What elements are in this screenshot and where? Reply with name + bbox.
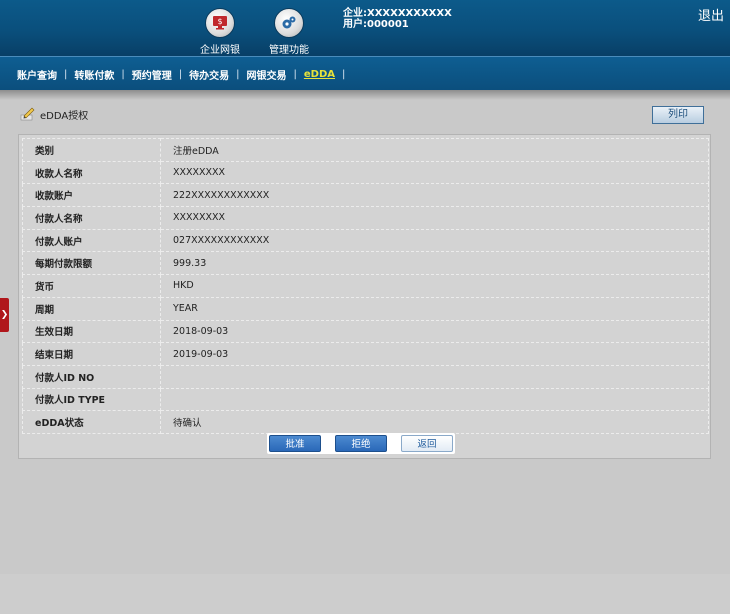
field-label: eDDA状态 <box>22 410 161 434</box>
menu-item-transfer[interactable]: 转账付款 | <box>67 67 124 82</box>
field-value: XXXXXXXX <box>160 206 709 230</box>
table-row: 收款人名称 XXXXXXXX <box>22 160 709 185</box>
field-label: 每期付款限额 <box>22 251 161 276</box>
table-row: 类别 注册eDDA <box>22 138 709 162</box>
action-buttons: 批准 拒绝 返回 <box>267 433 455 454</box>
menu-item-scheduled[interactable]: 预约管理 | <box>125 67 182 82</box>
reject-button[interactable]: 拒绝 <box>335 435 387 452</box>
nav-corporate-banking[interactable]: $ 企业网银 <box>185 8 255 56</box>
pencil-icon <box>20 106 36 122</box>
field-value: 待确认 <box>160 410 709 434</box>
field-value <box>160 387 709 412</box>
menu-label[interactable]: 转账付款 <box>67 67 121 82</box>
table-row: 付款人账户 027XXXXXXXXXXXX <box>22 228 709 253</box>
user-info: 企业:XXXXXXXXXXX 用户:000001 <box>343 8 452 30</box>
approve-button[interactable]: 批准 <box>269 435 321 452</box>
menu-shadow <box>0 90 730 100</box>
nav-management[interactable]: 管理功能 <box>254 8 324 56</box>
monitor-dollar-icon: $ <box>205 8 235 38</box>
page-title-text: eDDA授权 <box>40 110 89 122</box>
field-label: 付款人名称 <box>22 206 161 230</box>
menu-label[interactable]: 网银交易 <box>240 67 294 82</box>
svg-text:$: $ <box>217 17 222 26</box>
field-label: 生效日期 <box>22 319 161 344</box>
top-header: $ 企业网银 管理功能 企业:XXXXXXXXXXX 用户:000001 退出 <box>0 0 730 56</box>
table-row: eDDA状态 待确认 <box>22 410 709 434</box>
field-label: 货币 <box>22 274 161 298</box>
menu-item-online-transactions[interactable]: 网银交易 | <box>240 67 297 82</box>
field-label: 收款人名称 <box>22 160 161 185</box>
field-label: 付款人ID TYPE <box>22 387 161 412</box>
logout-link[interactable]: 退出 <box>698 5 724 24</box>
company-line: 企业:XXXXXXXXXXX <box>343 8 452 19</box>
chevron-right-icon: ❯ <box>0 310 9 320</box>
nav-label: 企业网银 <box>200 45 240 56</box>
field-value: YEAR <box>160 296 709 321</box>
field-value: 2019-09-03 <box>160 342 709 366</box>
field-value: 027XXXXXXXXXXXX <box>160 228 709 253</box>
menu-label[interactable]: 待办交易 <box>182 67 236 82</box>
field-label: 结束日期 <box>22 342 161 366</box>
table-row: 结束日期 2019-09-03 <box>22 342 709 366</box>
table-row: 收款账户 222XXXXXXXXXXXX <box>22 183 709 208</box>
field-value: 注册eDDA <box>160 138 709 162</box>
table-row: 付款人ID NO <box>22 364 709 389</box>
side-expand-tab[interactable]: ❯ <box>0 298 9 332</box>
field-value <box>160 364 709 389</box>
menu-label[interactable]: eDDA <box>297 69 342 80</box>
edda-detail-panel: 类别 注册eDDA 收款人名称 XXXXXXXX 收款账户 222XXXXXXXXXXXX… <box>18 134 711 459</box>
menu-label[interactable]: 预约管理 <box>125 67 179 82</box>
field-label: 付款人账户 <box>22 228 161 253</box>
menu-label[interactable]: 账户查询 <box>10 67 64 82</box>
field-value: 2018-09-03 <box>160 319 709 344</box>
field-value: 999.33 <box>160 251 709 276</box>
field-label: 付款人ID NO <box>22 364 161 389</box>
table-row: 付款人ID TYPE <box>22 387 709 412</box>
menu-item-pending[interactable]: 待办交易 | <box>182 67 239 82</box>
field-value: 222XXXXXXXXXXXX <box>160 183 709 208</box>
table-row: 货币 HKD <box>22 274 709 298</box>
button-group: 批准 拒绝 返回 <box>267 433 455 454</box>
menu-item-account-query[interactable]: 账户查询 | <box>10 67 67 82</box>
main-menu: 账户查询 | 转账付款 | 预约管理 | 待办交易 | 网银交易 | eDDA | <box>0 56 730 91</box>
field-value: XXXXXXXX <box>160 160 709 185</box>
field-value: HKD <box>160 274 709 298</box>
print-button[interactable]: 列印 <box>652 106 704 124</box>
back-button[interactable]: 返回 <box>401 435 453 452</box>
table-row: 付款人名称 XXXXXXXX <box>22 206 709 230</box>
field-label: 类别 <box>22 138 161 162</box>
gears-icon <box>274 8 304 38</box>
field-label: 周期 <box>22 296 161 321</box>
menu-separator: | <box>342 68 346 80</box>
footer-area <box>0 574 730 614</box>
menu-item-edda[interactable]: eDDA | <box>297 69 346 80</box>
nav-label: 管理功能 <box>269 45 309 56</box>
field-label: 收款账户 <box>22 183 161 208</box>
page-title: eDDA授权 <box>20 106 88 122</box>
table-row: 每期付款限额 999.33 <box>22 251 709 276</box>
table-row: 生效日期 2018-09-03 <box>22 319 709 344</box>
user-line: 用户:000001 <box>343 19 409 30</box>
detail-table: 类别 注册eDDA 收款人名称 XXXXXXXX 收款账户 222XXXXXXXXXXXX… <box>22 138 709 434</box>
table-row: 周期 YEAR <box>22 296 709 321</box>
